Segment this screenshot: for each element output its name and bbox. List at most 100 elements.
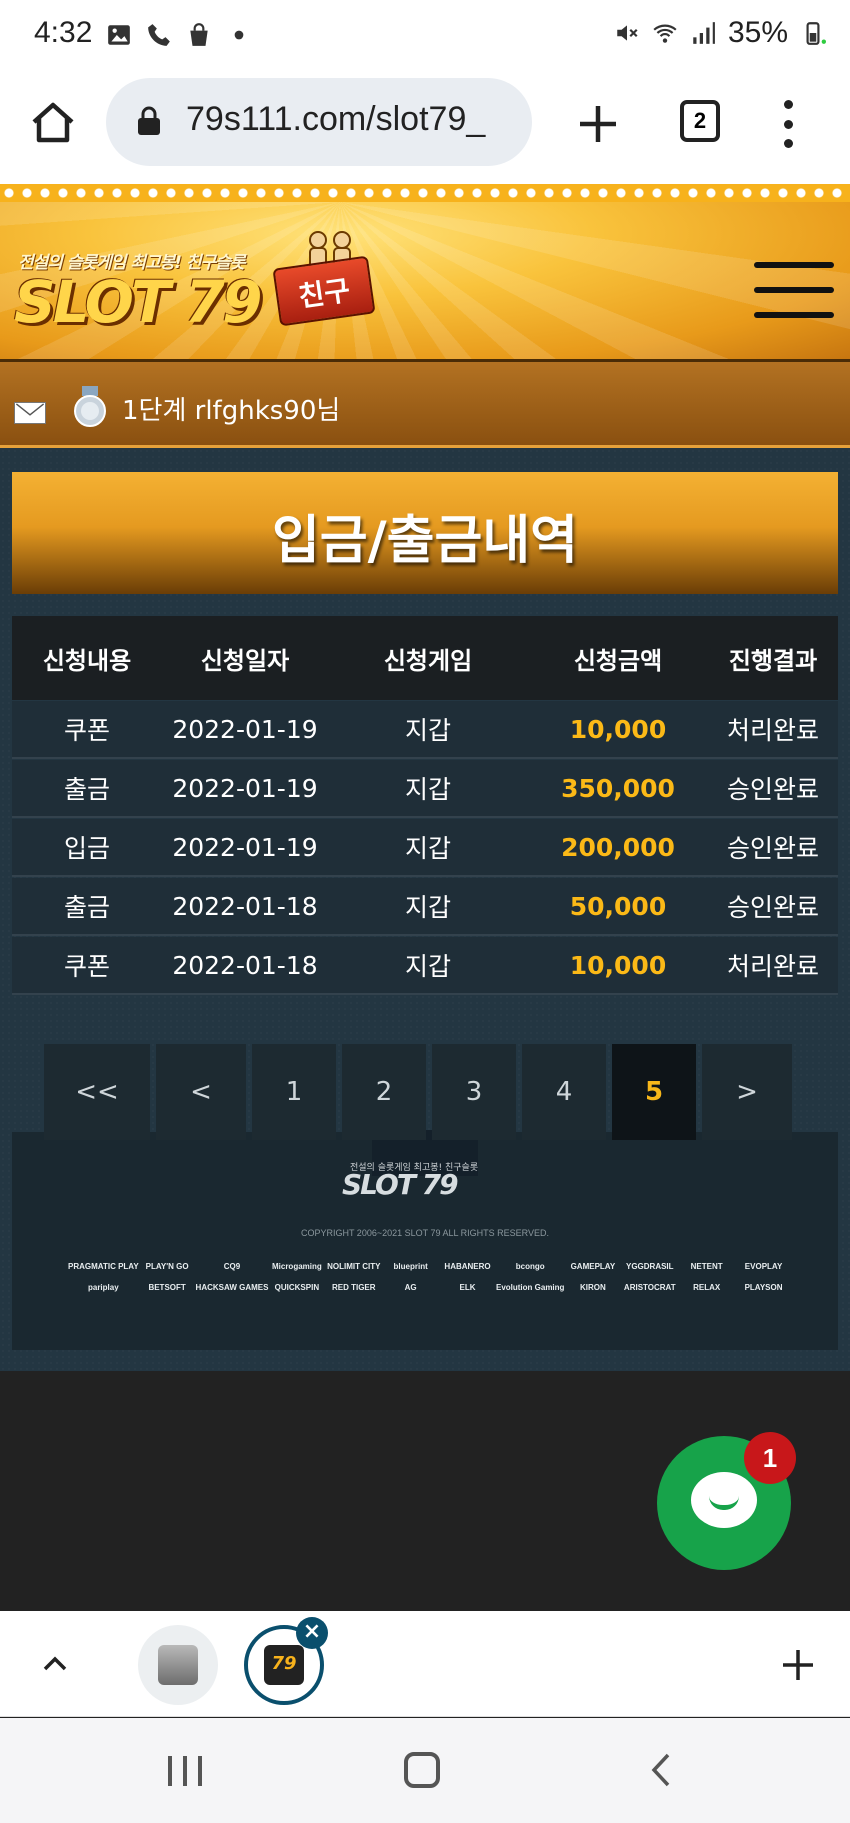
cell-game: 지갑 bbox=[404, 834, 451, 863]
signal-icon bbox=[693, 22, 715, 44]
image-icon bbox=[108, 25, 130, 45]
header-amount: 신청금액 bbox=[573, 646, 663, 675]
home-icon[interactable] bbox=[28, 98, 78, 148]
system-navigation-bar bbox=[0, 1718, 850, 1823]
recents-icon[interactable] bbox=[168, 1756, 202, 1786]
medal-icon bbox=[74, 386, 106, 427]
hamburger-menu-icon[interactable] bbox=[754, 262, 834, 318]
close-tab-icon[interactable]: × bbox=[296, 1617, 328, 1649]
cell-type: 출금 bbox=[63, 775, 110, 804]
cell-amount: 200,000 bbox=[561, 832, 675, 862]
cell-status: 처리완료 bbox=[726, 716, 819, 745]
battery-percent: 35% bbox=[727, 16, 788, 49]
provider-logo: KIRON bbox=[579, 1283, 606, 1292]
header-date: 신청일자 bbox=[200, 646, 290, 675]
cell-status: 승인완료 bbox=[726, 775, 819, 804]
page-title: 입금/출금내역 bbox=[271, 511, 579, 571]
user-bar: 1단계 rlfghks90님 bbox=[0, 362, 850, 448]
provider-logo: Microgaming bbox=[271, 1262, 322, 1271]
slot-machine-icon bbox=[158, 1645, 198, 1685]
cell-type: 쿠폰 bbox=[63, 952, 110, 981]
page-next-button[interactable]: > bbox=[702, 1044, 792, 1140]
system-home-icon[interactable] bbox=[404, 1752, 440, 1788]
url-text: 79s111.com/slot79_ bbox=[186, 100, 486, 138]
tab-switcher-button[interactable]: 2 bbox=[680, 100, 720, 142]
provider-logo: ELK bbox=[459, 1283, 476, 1292]
cell-amount: 10,000 bbox=[569, 950, 667, 980]
header-game: 신청게임 bbox=[383, 646, 473, 675]
page-button-1[interactable]: 1 bbox=[252, 1044, 336, 1140]
logo-badge: 친구 bbox=[272, 255, 376, 327]
provider-logo: CQ9 bbox=[223, 1262, 241, 1271]
provider-logo: RED TIGER bbox=[331, 1283, 376, 1292]
cell-status: 승인완료 bbox=[726, 893, 819, 922]
provider-logo: NETENT bbox=[690, 1262, 723, 1271]
header-type: 신청내용 bbox=[42, 646, 132, 675]
cell-amount: 50,000 bbox=[569, 891, 667, 921]
status-time: 4:32 bbox=[34, 16, 93, 49]
provider-logo: GAMEPLAY bbox=[570, 1262, 616, 1271]
table-row: 쿠폰 2022-01-19 지갑 10,000 처리완료 bbox=[12, 701, 838, 759]
main-content: 입금/출금내역 신청내용 신청일자 신청게임 신청금액 진행결과 쿠폰 2022… bbox=[0, 448, 850, 1371]
cell-date: 2022-01-18 bbox=[172, 891, 318, 921]
cell-status: 승인완료 bbox=[726, 834, 819, 863]
browser-toolbar: 79s111.com/slot79_ 2 bbox=[0, 72, 850, 184]
title-banner: 입금/출금내역 bbox=[12, 472, 838, 594]
provider-logo: EVOPLAY bbox=[744, 1262, 783, 1271]
site-footer: 전설의 슬롯게임 최고봉! 친구슬롯 SLOT 79 COPYRIGHT 200… bbox=[12, 1130, 838, 1350]
cell-status: 처리완료 bbox=[726, 952, 819, 981]
table-row: 출금 2022-01-18 지갑 50,000 승인완료 bbox=[12, 878, 838, 936]
add-tab-plus-icon[interactable] bbox=[780, 1647, 816, 1683]
dot-icon bbox=[234, 30, 244, 40]
cell-game: 지갑 bbox=[404, 716, 451, 745]
cell-amount: 350,000 bbox=[561, 773, 675, 803]
chat-unread-badge: 1 bbox=[744, 1432, 796, 1484]
logo-brand: SLOT 79 bbox=[14, 268, 262, 336]
battery-icon bbox=[806, 22, 826, 45]
cell-amount: 10,000 bbox=[569, 714, 667, 744]
header-status: 진행결과 bbox=[728, 646, 818, 675]
table-header: 신청내용 신청일자 신청게임 신청금액 진행결과 bbox=[12, 616, 838, 700]
back-icon[interactable] bbox=[646, 1752, 676, 1788]
provider-logo: pariplay bbox=[87, 1283, 119, 1292]
cell-date: 2022-01-19 bbox=[172, 773, 318, 803]
phone-icon bbox=[148, 24, 170, 46]
lock-icon bbox=[138, 106, 160, 135]
overflow-menu-icon[interactable] bbox=[776, 100, 800, 148]
page-button-2[interactable]: 2 bbox=[342, 1044, 426, 1140]
cell-type: 출금 bbox=[63, 893, 110, 922]
table-row: 입금 2022-01-19 지갑 200,000 승인완료 bbox=[12, 819, 838, 877]
shopping-bag-icon bbox=[190, 23, 208, 46]
provider-logo: Evolution Gaming bbox=[495, 1283, 565, 1292]
provider-logo: blueprint bbox=[393, 1262, 428, 1271]
page-button-4[interactable]: 4 bbox=[522, 1044, 606, 1140]
mail-icon[interactable] bbox=[14, 402, 46, 424]
page-button-3[interactable]: 3 bbox=[432, 1044, 516, 1140]
provider-logo: PRAGMATIC PLAY bbox=[68, 1262, 139, 1271]
cell-type: 쿠폰 bbox=[63, 716, 110, 745]
cell-game: 지갑 bbox=[404, 775, 451, 804]
page-first-button[interactable]: << bbox=[44, 1044, 150, 1140]
cell-date: 2022-01-19 bbox=[172, 714, 318, 744]
chevron-up-icon[interactable] bbox=[40, 1649, 70, 1679]
cell-game: 지갑 bbox=[404, 952, 451, 981]
provider-logo: ARISTOCRAT bbox=[623, 1283, 676, 1292]
tab-strip: 79 × bbox=[0, 1611, 850, 1717]
status-bar: 4:32 35% bbox=[0, 0, 850, 72]
wifi-icon bbox=[653, 24, 677, 43]
site-logo[interactable]: 전설의 슬롯게임 최고봉! 친구슬롯 SLOT 79 친구 bbox=[10, 224, 380, 344]
provider-logo: RELAX bbox=[693, 1283, 721, 1292]
page-prev-button[interactable]: < bbox=[156, 1044, 246, 1140]
page-button-5-active[interactable]: 5 bbox=[612, 1044, 696, 1140]
slot79-favicon-icon: 79 bbox=[264, 1645, 304, 1685]
cell-game: 지갑 bbox=[404, 893, 451, 922]
address-bar[interactable]: 79s111.com/slot79_ bbox=[106, 78, 532, 166]
provider-logo: HABANERO bbox=[444, 1262, 491, 1271]
footer-copyright: COPYRIGHT 2006~2021 SLOT 79 ALL RIGHTS R… bbox=[300, 1228, 550, 1238]
marquee-lights bbox=[0, 184, 850, 202]
new-tab-plus-icon[interactable] bbox=[576, 102, 620, 146]
provider-logo: PLAY'N GO bbox=[145, 1262, 189, 1271]
provider-logos: PRAGMATIC PLAY PLAY'N GO CQ9 Microgaming… bbox=[68, 1262, 792, 1292]
user-level-text: 1단계 rlfghks90님 bbox=[122, 396, 341, 426]
tab-thumbnail-slot-machine[interactable] bbox=[138, 1625, 218, 1705]
